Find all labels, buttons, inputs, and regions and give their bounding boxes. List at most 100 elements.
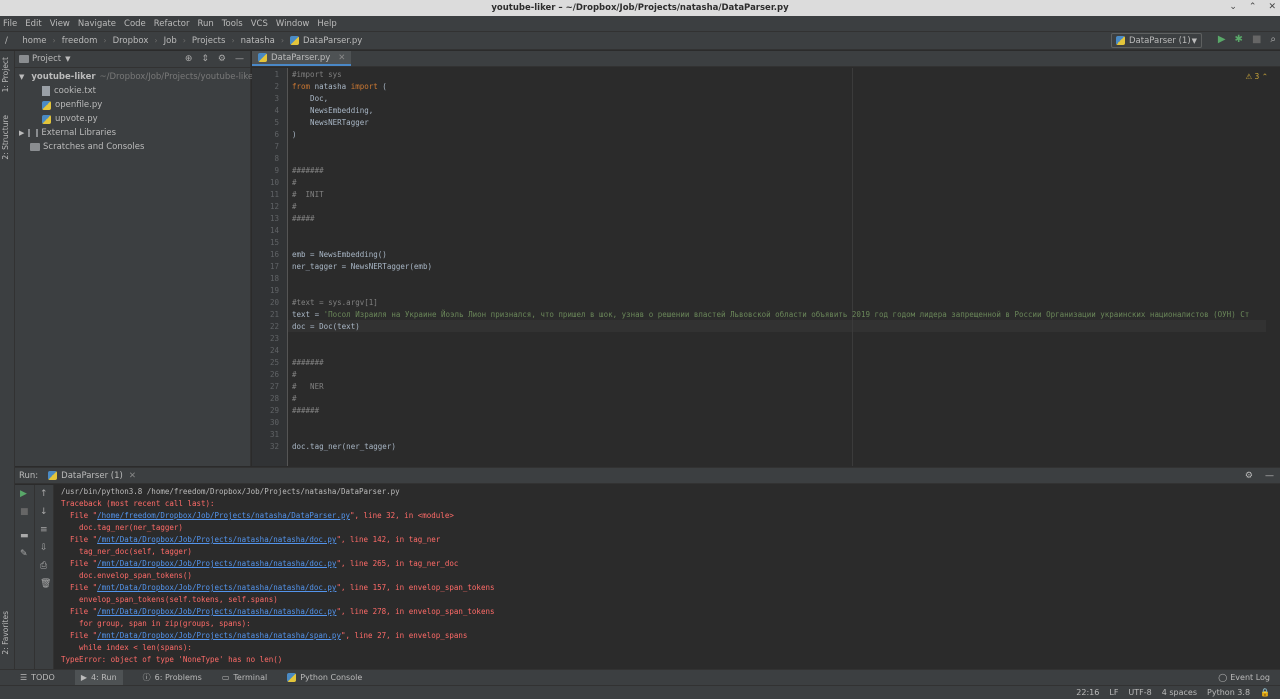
menu-code[interactable]: Code <box>124 19 146 29</box>
menu-file[interactable]: File <box>3 19 17 29</box>
tree-external-libraries[interactable]: ▶ External Libraries <box>15 126 250 140</box>
menu-edit[interactable]: Edit <box>25 19 41 29</box>
trash-icon[interactable]: 🗑 <box>40 579 51 589</box>
run-tab[interactable]: DataParser (1) ✕ <box>48 471 136 481</box>
menu-view[interactable]: View <box>50 19 70 29</box>
run-toolbar: ▶ ■ ▬ ✎ <box>15 485 35 670</box>
traceback-file-link[interactable]: /home/freedom/Dropbox/Job/Projects/natas… <box>97 511 350 520</box>
run-icon: ▶ <box>80 673 87 682</box>
tree-file[interactable]: openfile.py <box>15 98 250 112</box>
tab-run[interactable]: ▶ 4: Run <box>74 670 123 685</box>
tab-problems[interactable]: ⓘ 6: Problems <box>143 672 202 683</box>
indent-setting[interactable]: 4 spaces <box>1162 688 1197 697</box>
locate-icon[interactable]: ⊕ <box>185 54 193 64</box>
python-interpreter[interactable]: Python 3.8 <box>1207 688 1250 697</box>
code-line: #import sys <box>292 70 342 79</box>
traceback-file-link[interactable]: /mnt/Data/Dropbox/Job/Projects/natasha/n… <box>97 631 341 640</box>
tab-terminal[interactable]: ▭ Terminal <box>222 673 267 682</box>
traceback-file-link[interactable]: /mnt/Data/Dropbox/Job/Projects/natasha/n… <box>97 559 336 568</box>
run-configuration-select[interactable]: DataParser (1) ▼ <box>1111 33 1202 48</box>
tab-python-console[interactable]: Python Console <box>287 673 362 682</box>
code-area[interactable]: #import sys from natasha import ( Doc, Ne… <box>292 68 1266 466</box>
print-icon[interactable]: ⎙ <box>40 561 47 571</box>
soft-wrap-icon[interactable]: ≡ <box>40 525 48 535</box>
console-line: File "/mnt/Data/Dropbox/Job/Projects/nat… <box>61 558 1268 570</box>
code-line: ner_tagger = NewsNERTagger(emb) <box>292 262 432 271</box>
search-icon[interactable]: ⌕ <box>1270 34 1276 45</box>
tree-scratches[interactable]: Scratches and Consoles <box>15 140 250 154</box>
tree-file[interactable]: upvote.py <box>15 112 250 126</box>
project-tool-tab[interactable]: 1: Project <box>1 57 10 92</box>
down-arrow-icon[interactable]: ↓ <box>40 507 48 517</box>
console-line: Traceback (most recent call last): <box>61 499 215 508</box>
cursor-position[interactable]: 22:16 <box>1076 688 1099 697</box>
breadcrumb-item[interactable]: Job <box>164 36 177 46</box>
breadcrumb-item[interactable]: Dropbox <box>113 36 149 46</box>
debug-icon[interactable]: ✱ <box>1235 34 1243 45</box>
hide-icon[interactable]: — <box>1265 471 1274 481</box>
code-line: # <box>292 370 297 379</box>
menu-navigate[interactable]: Navigate <box>78 19 116 29</box>
rerun-icon[interactable]: ▶ <box>20 489 27 499</box>
run-icon[interactable]: ▶ <box>1218 34 1226 45</box>
favorites-tool-tab[interactable]: 2: Favorites <box>1 611 10 655</box>
code-line: ##### <box>292 214 315 223</box>
close-icon[interactable]: ✕ <box>129 471 136 481</box>
tree-root[interactable]: ▼ youtube-liker ~/Dropbox/Job/Projects/y… <box>15 70 257 84</box>
up-arrow-icon[interactable]: ↑ <box>40 489 48 499</box>
structure-tool-tab[interactable]: 2: Structure <box>1 115 10 160</box>
chevron-right-icon[interactable]: ▶ <box>19 129 24 137</box>
collapse-all-icon[interactable]: ⇕ <box>201 54 209 64</box>
breadcrumb-file[interactable]: DataParser.py <box>303 36 362 46</box>
close-icon[interactable]: ✕ <box>1268 2 1276 12</box>
scroll-to-end-icon[interactable]: ⇩ <box>40 543 48 553</box>
close-icon[interactable]: ✕ <box>338 53 345 63</box>
gear-icon[interactable]: ⚙ <box>1245 471 1253 481</box>
menu-refactor[interactable]: Refactor <box>154 19 190 29</box>
lock-icon[interactable]: 🔒 <box>1260 688 1270 697</box>
line-number: 6 <box>274 130 279 139</box>
chevron-down-icon[interactable]: ▼ <box>19 73 24 81</box>
layout-icon[interactable]: ▬ <box>20 531 29 541</box>
list-icon: ☰ <box>20 673 28 682</box>
traceback-file-link[interactable]: /mnt/Data/Dropbox/Job/Projects/natasha/n… <box>97 535 336 544</box>
traceback-file-link[interactable]: /mnt/Data/Dropbox/Job/Projects/natasha/n… <box>97 607 336 616</box>
minimize-icon[interactable]: ⌄ <box>1229 2 1237 12</box>
line-separator[interactable]: LF <box>1109 688 1118 697</box>
console-line: File "/mnt/Data/Dropbox/Job/Projects/nat… <box>61 534 1268 546</box>
hide-icon[interactable]: — <box>235 54 244 64</box>
code-line: ) <box>292 130 297 139</box>
run-console-output[interactable]: /usr/bin/python3.8 /home/freedom/Dropbox… <box>61 486 1268 670</box>
breadcrumb-root[interactable]: / <box>5 36 8 46</box>
traceback-file-link[interactable]: /mnt/Data/Dropbox/Job/Projects/natasha/n… <box>97 583 336 592</box>
menu-window[interactable]: Window <box>276 19 310 29</box>
console-line: for group, span in zip(groups, spans): <box>61 619 251 628</box>
event-log-button[interactable]: ◯ Event Log <box>1218 673 1270 682</box>
tab-todo[interactable]: ☰ TODO <box>20 673 55 682</box>
breadcrumb: / home › freedom › Dropbox › Job › Projects ›… <box>5 35 363 46</box>
line-number: 13 <box>269 214 279 223</box>
stop-icon[interactable]: ■ <box>1252 34 1261 45</box>
breadcrumb-item[interactable]: natasha <box>241 36 275 46</box>
breadcrumb-item[interactable]: home <box>22 36 46 46</box>
stop-icon[interactable]: ■ <box>20 507 29 517</box>
project-view-select[interactable]: Project <box>32 54 61 64</box>
warnings-indicator[interactable]: ⚠ 3 ⌃ <box>1245 72 1268 81</box>
code-line: text = 'Посол Израиля на Украине Йоэль Л… <box>292 310 1250 319</box>
editor-scrollbar[interactable] <box>1268 68 1280 466</box>
breadcrumb-item[interactable]: freedom <box>62 36 98 46</box>
pin-icon[interactable]: ✎ <box>20 549 28 559</box>
breadcrumb-item[interactable]: Projects <box>192 36 226 46</box>
editor-tab-dataparser[interactable]: DataParser.py ✕ <box>252 51 352 66</box>
tree-file[interactable]: cookie.txt <box>15 84 250 98</box>
menu-run[interactable]: Run <box>197 19 213 29</box>
gear-icon[interactable]: ⚙ <box>218 54 226 64</box>
file-encoding[interactable]: UTF-8 <box>1128 688 1151 697</box>
title-bar: youtube-liker – ~/Dropbox/Job/Projects/n… <box>0 0 1280 16</box>
maximize-icon[interactable]: ⌃ <box>1249 2 1257 12</box>
code-line: doc = Doc(text) <box>292 322 360 331</box>
menu-vcs[interactable]: VCS <box>251 19 268 29</box>
menu-help[interactable]: Help <box>317 19 336 29</box>
menu-tools[interactable]: Tools <box>222 19 243 29</box>
chevron-down-icon[interactable]: ▼ <box>65 55 70 63</box>
